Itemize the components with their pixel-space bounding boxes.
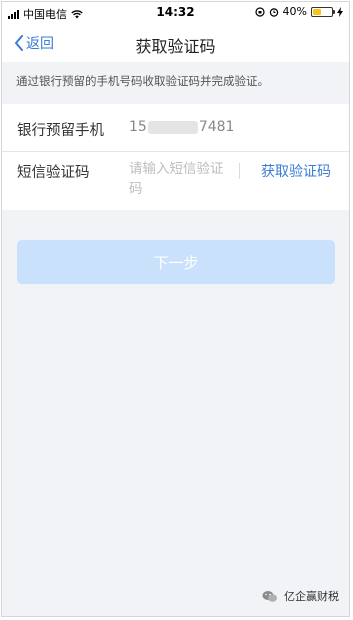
wechat-icon (262, 590, 277, 602)
status-right: 40% (254, 5, 343, 18)
phone-suffix: 7481 (198, 119, 235, 135)
navigation-bar: 返回 获取验证码 (2, 24, 349, 62)
masked-digits (147, 120, 198, 134)
next-step-button[interactable]: 下一步 (17, 240, 335, 284)
phone-row: 银行预留手机 15 7481 (2, 104, 349, 152)
phone-screen: 中国电信 14:32 40% 返回 获取验证码 通过银行预留的手机号码收取验证码… (1, 1, 350, 617)
status-bar: 中国电信 14:32 40% (2, 2, 349, 24)
notice-banner: 通过银行预留的手机号码收取验证码并完成验证。 (2, 62, 349, 104)
page-title: 获取验证码 (135, 37, 216, 56)
watermark: 亿企赢财税 (262, 588, 339, 604)
sms-code-label: 短信验证码 (17, 165, 90, 181)
charging-icon (337, 6, 343, 17)
rotation-lock-icon (254, 6, 265, 17)
battery-percent: 40% (282, 5, 307, 18)
phone-prefix: 15 (129, 119, 147, 135)
watermark-text: 亿企赢财税 (284, 590, 339, 603)
phone-label: 银行预留手机 (17, 123, 104, 139)
alarm-icon (269, 7, 278, 17)
vertical-divider (239, 163, 240, 179)
battery-icon (311, 6, 335, 17)
sms-code-input[interactable] (129, 159, 224, 199)
notice-text: 通过银行预留的手机号码收取验证码并完成验证。 (16, 74, 269, 88)
phone-value: 15 7481 (129, 119, 234, 135)
sms-code-row: 短信验证码 获取验证码 (2, 152, 349, 210)
get-code-button[interactable]: 获取验证码 (261, 161, 331, 181)
